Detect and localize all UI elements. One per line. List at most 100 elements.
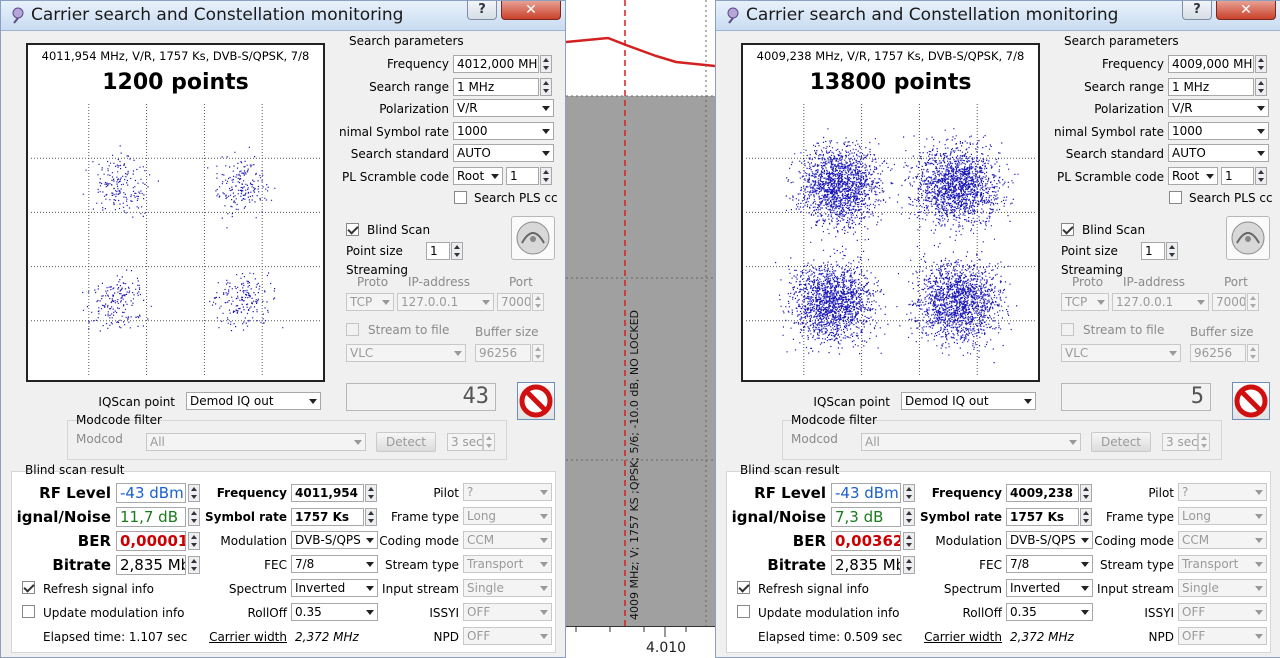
ber-spinner[interactable]: [903, 532, 915, 550]
help-button[interactable]: ?: [467, 1, 497, 20]
frequency-spinner[interactable]: [540, 55, 552, 73]
port-input[interactable]: 7000: [1212, 293, 1246, 311]
detect-interval-input[interactable]: 3 sec: [1162, 433, 1198, 451]
modcode-select[interactable]: All: [146, 433, 366, 451]
symbol-rate-select[interactable]: 1000: [1168, 122, 1269, 140]
buffer-size-input[interactable]: 96256: [1190, 344, 1246, 362]
stop-button[interactable]: [1232, 382, 1270, 420]
port-spinner[interactable]: [532, 293, 544, 311]
player-select[interactable]: VLC: [1061, 344, 1181, 362]
input-stream-select[interactable]: Single: [463, 579, 552, 597]
result-frequency-spinner[interactable]: [365, 484, 377, 502]
search-standard-select[interactable]: AUTO: [453, 144, 554, 162]
coding-mode-select[interactable]: CCM: [1178, 531, 1267, 549]
buffer-size-input[interactable]: 96256: [475, 344, 531, 362]
title-bar[interactable]: Carrier search and Constellation monitor…: [1, 1, 565, 31]
ber-spinner[interactable]: [188, 532, 200, 550]
pilot-select[interactable]: ?: [463, 483, 552, 501]
symbol-rate-select[interactable]: 1000: [453, 122, 554, 140]
pl-scramble-mode-select[interactable]: Root: [1168, 167, 1218, 185]
iqscan-select[interactable]: Demod IQ out: [901, 392, 1036, 410]
detect-interval-spinner[interactable]: [1198, 433, 1210, 451]
signal-noise-spinner[interactable]: [903, 508, 915, 526]
stop-button[interactable]: [517, 382, 555, 420]
stream-to-file-checkbox[interactable]: [346, 323, 359, 336]
fec-select[interactable]: 7/8: [291, 555, 378, 573]
signal-noise-spinner[interactable]: [188, 508, 200, 526]
carrier-width-link[interactable]: Carrier width: [912, 630, 1002, 644]
bitrate-spinner[interactable]: [903, 556, 915, 574]
search-range-spinner[interactable]: [1255, 78, 1267, 96]
satellite-dish-button[interactable]: [511, 216, 555, 260]
point-size-input[interactable]: 1: [1141, 242, 1165, 260]
result-symbol-rate-spinner[interactable]: [365, 508, 377, 526]
pl-scramble-spinner[interactable]: [540, 167, 552, 185]
result-symbol-rate-spinner[interactable]: [1080, 508, 1092, 526]
frequency-input[interactable]: 4012,000 MHz: [453, 55, 539, 73]
point-size-input[interactable]: 1: [426, 242, 450, 260]
npd-select[interactable]: OFF: [463, 627, 552, 645]
blind-scan-checkbox[interactable]: [346, 223, 359, 236]
result-frequency-spinner[interactable]: [1080, 484, 1092, 502]
spectrum-select[interactable]: Inverted: [291, 579, 378, 597]
close-button[interactable]: ✕: [1216, 1, 1276, 20]
frame-type-select[interactable]: Long: [463, 507, 552, 525]
detect-button[interactable]: Detect: [376, 432, 436, 452]
pl-scramble-input[interactable]: 1: [506, 167, 539, 185]
frequency-spinner[interactable]: [1255, 55, 1267, 73]
modulation-select[interactable]: DVB-S/QPS: [1006, 531, 1093, 549]
carrier-width-link[interactable]: Carrier width: [197, 630, 287, 644]
stream-type-select[interactable]: Transport: [463, 555, 552, 573]
frame-type-select[interactable]: Long: [1178, 507, 1267, 525]
stream-type-select[interactable]: Transport: [1178, 555, 1267, 573]
search-range-input[interactable]: 1 MHz: [453, 78, 539, 96]
rolloff-select[interactable]: 0.35: [291, 603, 378, 621]
title-bar[interactable]: Carrier search and Constellation monitor…: [716, 1, 1280, 31]
detect-interval-input[interactable]: 3 sec: [447, 433, 483, 451]
search-range-input[interactable]: 1 MHz: [1168, 78, 1254, 96]
stream-to-file-checkbox[interactable]: [1061, 323, 1074, 336]
fec-select[interactable]: 7/8: [1006, 555, 1093, 573]
port-spinner[interactable]: [1247, 293, 1259, 311]
coding-mode-select[interactable]: CCM: [463, 531, 552, 549]
point-size-spinner[interactable]: [451, 242, 463, 260]
npd-select[interactable]: OFF: [1178, 627, 1267, 645]
pl-scramble-spinner[interactable]: [1255, 167, 1267, 185]
ip-select[interactable]: 127.0.0.1: [1112, 293, 1209, 311]
point-size-spinner[interactable]: [1166, 242, 1178, 260]
player-select[interactable]: VLC: [346, 344, 466, 362]
modcode-select[interactable]: All: [861, 433, 1081, 451]
search-range-spinner[interactable]: [540, 78, 552, 96]
update-modulation-checkbox[interactable]: [737, 605, 750, 618]
refresh-signal-checkbox[interactable]: [737, 581, 750, 594]
ip-select[interactable]: 127.0.0.1: [397, 293, 494, 311]
rf-level-spinner[interactable]: [903, 484, 915, 502]
satellite-dish-button[interactable]: [1226, 216, 1270, 260]
buffer-size-spinner[interactable]: [1247, 344, 1259, 362]
detect-interval-spinner[interactable]: [483, 433, 495, 451]
update-modulation-checkbox[interactable]: [22, 605, 35, 618]
frequency-input[interactable]: 4009,000 MHz: [1168, 55, 1254, 73]
refresh-signal-checkbox[interactable]: [22, 581, 35, 594]
issyi-select[interactable]: OFF: [1178, 603, 1267, 621]
proto-select[interactable]: TCP: [346, 293, 394, 311]
modulation-select[interactable]: DVB-S/QPS: [291, 531, 378, 549]
spectrum-select[interactable]: Inverted: [1006, 579, 1093, 597]
iqscan-select[interactable]: Demod IQ out: [186, 392, 321, 410]
search-pls-checkbox[interactable]: [454, 191, 467, 204]
polarization-select[interactable]: V/R: [1168, 99, 1269, 117]
issyi-select[interactable]: OFF: [463, 603, 552, 621]
pilot-select[interactable]: ?: [1178, 483, 1267, 501]
help-button[interactable]: ?: [1182, 1, 1212, 20]
close-button[interactable]: ✕: [501, 1, 561, 20]
port-input[interactable]: 7000: [497, 293, 531, 311]
proto-select[interactable]: TCP: [1061, 293, 1109, 311]
detect-button[interactable]: Detect: [1091, 432, 1151, 452]
bitrate-spinner[interactable]: [188, 556, 200, 574]
input-stream-select[interactable]: Single: [1178, 579, 1267, 597]
blind-scan-checkbox[interactable]: [1061, 223, 1074, 236]
search-pls-checkbox[interactable]: [1169, 191, 1182, 204]
pl-scramble-input[interactable]: 1: [1221, 167, 1254, 185]
polarization-select[interactable]: V/R: [453, 99, 554, 117]
rf-level-spinner[interactable]: [188, 484, 200, 502]
